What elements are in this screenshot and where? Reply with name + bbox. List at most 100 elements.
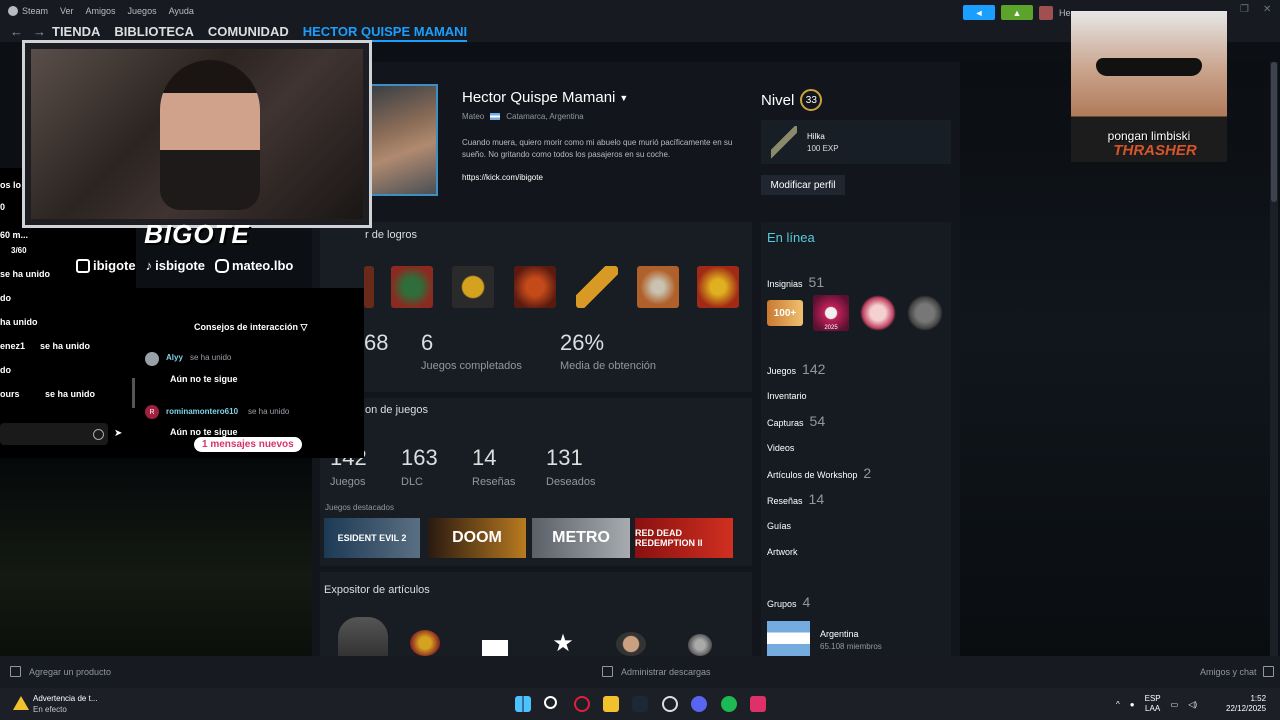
sunglasses-icon [1096,58,1202,76]
emblem-item-icon[interactable] [410,630,440,656]
completion-rate-label: Media de obtención [560,360,657,372]
reviews-count[interactable]: 14 [472,445,496,471]
chat-panel-title: Consejos de interacción ▽ [194,322,307,333]
send-icon[interactable]: ➤ [114,428,122,439]
star-item-icon[interactable]: ★ [545,630,581,657]
featured-game-capsule[interactable]: ESIDENT EVIL 2 [324,518,420,558]
sidebar-item-guides[interactable]: Guías [767,521,791,531]
featured-badge-name: Hilka [807,132,825,141]
chat-fragment: os lo [0,180,22,190]
opera-icon[interactable] [574,696,590,712]
windows-start-icon[interactable] [515,696,531,712]
chat-message: Aún no te sigue [170,374,238,384]
obs-icon[interactable] [662,696,678,712]
friends-chat-button[interactable]: Amigos y chat [1200,666,1274,677]
chevron-down-icon[interactable]: ▼ [619,93,628,103]
folder-icon[interactable] [603,696,619,712]
badge-2025-icon[interactable]: 2025 [813,295,849,331]
sidebar-item-screenshots[interactable]: Capturas 54 [767,413,825,429]
volume-icon[interactable]: ◁) [1188,700,1197,709]
sidebar-item-groups[interactable]: Grupos 4 [767,594,810,610]
game-collection-title: on de juegos [365,404,428,416]
warning-icon[interactable] [13,696,29,710]
item-icon[interactable] [482,640,508,656]
steam-taskbar-icon[interactable] [632,696,648,712]
instagram-handle-text: mateo.lbo [231,258,294,273]
hooded-figure-item-icon[interactable] [338,617,388,656]
wishlist-count[interactable]: 131 [546,445,583,471]
dlc-count[interactable]: 163 [401,445,438,471]
chat-scrollbar[interactable] [132,378,135,408]
avatar [145,352,159,366]
sidebar-item-videos[interactable]: Videos [767,443,794,453]
cat-sticker-caption: pongan limbiski [1107,129,1191,143]
achievement-icon[interactable] [576,266,618,308]
item-icon[interactable] [688,634,712,656]
sidebar-item-artwork[interactable]: Artwork [767,547,798,557]
spotify-icon[interactable] [721,696,737,712]
chat-fragment: se ha unido [40,341,91,351]
completed-games-count: 6 [421,330,434,355]
chat-input[interactable] [0,423,108,445]
skull-achievement-icon[interactable] [452,266,494,308]
add-product-button[interactable]: Agregar un producto [10,666,111,677]
featured-badge-exp: 100 EXP [807,144,839,153]
announcements-button[interactable]: ◄ [963,5,995,20]
microphone-icon[interactable]: ● [1130,700,1135,709]
coin-badge-icon[interactable] [907,295,943,331]
sidebar-item-workshop[interactable]: Artículos de Workshop 2 [767,465,871,481]
group-avatar[interactable] [767,621,810,656]
restore-icon[interactable]: ❐ [1240,4,1263,15]
achievement-icon[interactable] [697,266,739,308]
sidebar-item-count: 14 [808,491,825,507]
input-language[interactable]: ESP LAA [1145,694,1161,714]
achievement-icon[interactable] [364,266,374,308]
weather-warning-title[interactable]: Advertencia de t... [33,694,97,703]
new-messages-pill[interactable]: 1 mensajes nuevos [194,437,302,452]
sidebar-item-reviews[interactable]: Reseñas 14 [767,491,824,507]
steam-menu-juegos[interactable]: Juegos [128,6,157,16]
level-badge: 33 [800,89,823,111]
kick-handle-text: ibigote [93,258,136,273]
nav-arrows[interactable]: ←→ [10,24,56,39]
edit-profile-button[interactable]: Modificar perfil [761,175,845,195]
avatar[interactable] [1039,5,1053,20]
profile-bio: Cuando muera, quiero morir como mi abuel… [462,138,733,159]
profile-name[interactable]: Hector Quispe Mamani ▼ [462,89,628,106]
sidebar-item-badges[interactable]: Insignias 51 [767,274,824,290]
achievement-icon[interactable] [391,266,433,308]
profile-link[interactable]: https://kick.com/ibigote [462,173,543,182]
search-icon[interactable] [544,696,557,709]
achievement-icon[interactable] [514,266,556,308]
taskbar-clock[interactable]: 1:52 22/12/2025 [1226,694,1266,714]
discord-icon[interactable] [691,696,707,712]
sidebar-item-games[interactable]: Juegos 142 [767,361,825,377]
steam-menu-ayuda[interactable]: Ayuda [169,6,194,16]
filter-icon[interactable]: ▽ [301,322,308,332]
window-controls[interactable]: ❐✕ [1240,4,1280,15]
network-icon[interactable]: ▭ [1171,700,1179,709]
featured-game-capsule[interactable]: METRO [532,518,630,558]
tiktok-app-icon[interactable] [750,696,766,712]
clock-date: 22/12/2025 [1226,704,1267,713]
badge-100-icon[interactable]: 100+ [767,300,803,326]
notifications-button[interactable]: ▲ [1001,5,1033,20]
steam-menu-amigos[interactable]: Amigos [86,6,116,16]
system-tray: ^ ● ESP LAA ▭ ◁) [1116,694,1197,714]
emoji-icon[interactable] [93,429,104,440]
badge-icon[interactable] [860,295,896,331]
face-item-icon[interactable] [616,632,646,656]
featured-game-capsule[interactable]: DOOM [428,518,526,558]
group-name[interactable]: Argentina [820,629,859,639]
featured-game-capsule[interactable]: RED DEAD REDEMPTION II [635,518,733,558]
chevron-up-icon[interactable]: ^ [1116,700,1120,709]
steam-menu-steam[interactable]: Steam [8,6,48,16]
page-scrollbar[interactable] [1270,62,1278,656]
manage-downloads-button[interactable]: Administrar descargas [602,666,711,677]
scrollbar-thumb[interactable] [1271,62,1277,202]
steam-menu-ver[interactable]: Ver [60,6,74,16]
sidebar-item-inventory[interactable]: Inventario [767,391,807,401]
achievement-icon[interactable] [637,266,679,308]
close-icon[interactable]: ✕ [1263,4,1280,15]
back-arrow-icon[interactable]: ← [10,24,33,39]
